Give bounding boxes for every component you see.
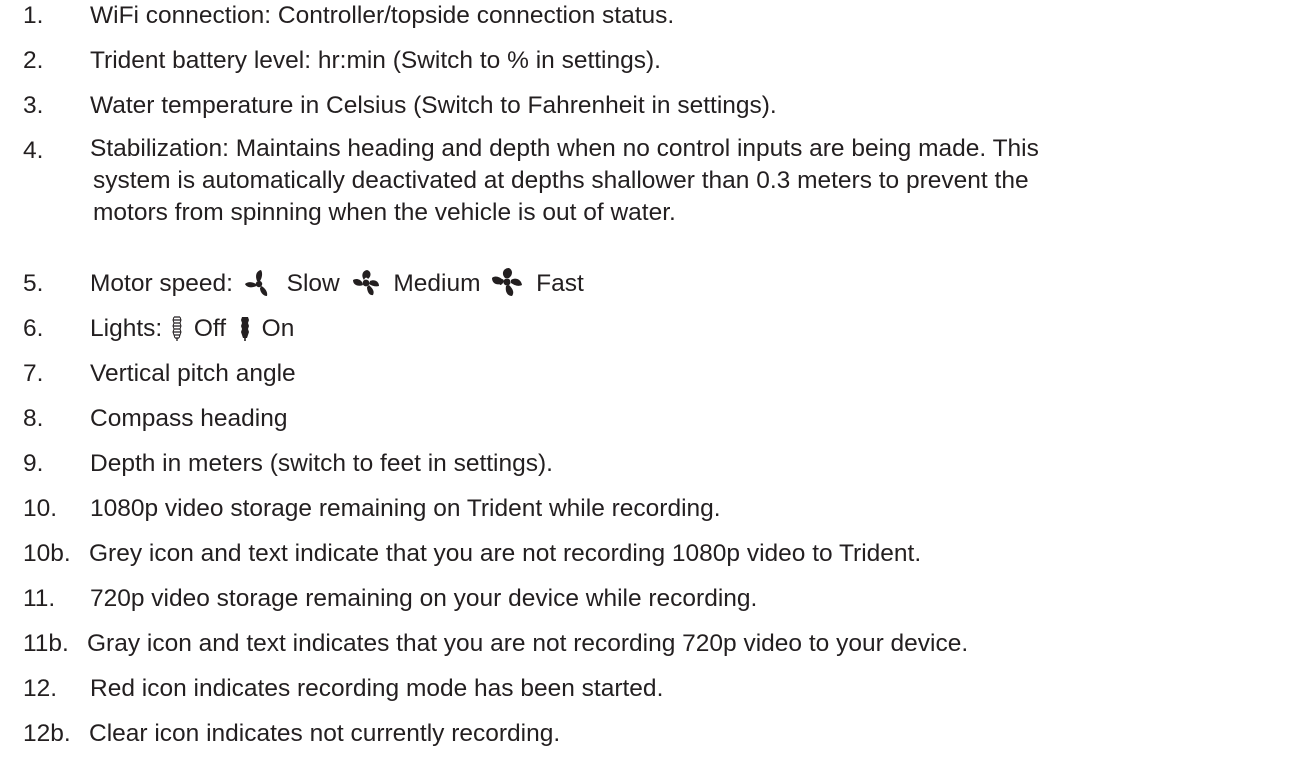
item-number: 9. (23, 450, 44, 477)
item-number: 5. (23, 270, 44, 297)
item-text-line: Stabilization: Maintains heading and dep… (90, 135, 1039, 162)
light-off-text: Off (193, 315, 227, 342)
item-number: 4. (23, 137, 44, 164)
item-text: Trident battery level: hr:min (Switch to… (90, 47, 661, 74)
speed-fast-label: Fast (536, 270, 584, 297)
item-number: 8. (23, 405, 44, 432)
light-on-text: On (261, 315, 295, 342)
item-text: 1080p video storage remaining on Trident… (90, 495, 721, 522)
item-text: Water temperature in Celsius (Switch to … (90, 92, 777, 119)
item-number: 3. (23, 92, 44, 119)
item-text: Clear icon indicates not currently recor… (89, 720, 561, 747)
fan-fast-icon (491, 267, 523, 297)
light-on-icon (239, 316, 251, 342)
item-number: 12b. (23, 720, 71, 747)
item-number: 1. (23, 2, 44, 29)
item-number: 11b. (23, 630, 69, 657)
item-text-line: motors from spinning when the vehicle is… (93, 199, 676, 226)
item-text-line: system is automatically deactivated at d… (93, 167, 1029, 194)
item-text-multiline: Stabilization: Maintains heading and dep… (90, 133, 1039, 229)
item-number: 12. (23, 675, 58, 702)
item-number: 10b. (23, 540, 71, 567)
item-number: 11. (23, 585, 56, 612)
item-text: Lights: Off On (90, 311, 294, 347)
fan-slow-icon (244, 269, 274, 297)
light-off-icon (171, 316, 183, 342)
numbered-list: 1. WiFi connection: Controller/topside c… (0, 0, 1306, 781)
item-number: 2. (23, 47, 44, 74)
item-text: 720p video storage remaining on your dev… (90, 585, 758, 612)
item-text: WiFi connection: Controller/topside conn… (90, 2, 675, 29)
item-number: 7. (23, 360, 44, 387)
item-text: Grey icon and text indicate that you are… (89, 540, 922, 567)
item-text: Motor speed: Slow Medium Fast (90, 266, 584, 302)
item-text: Red icon indicates recording mode has be… (90, 675, 664, 702)
fan-medium-icon (351, 269, 381, 297)
item-text: Depth in meters (switch to feet in setti… (90, 450, 553, 477)
lights-label: Lights: (90, 315, 163, 342)
item-text: Compass heading (90, 405, 288, 432)
item-number: 10. (23, 495, 58, 522)
motor-speed-label: Motor speed: (90, 270, 233, 297)
item-text: Gray icon and text indicates that you ar… (87, 630, 969, 657)
item-text: Vertical pitch angle (90, 360, 296, 387)
speed-medium-label: Medium (393, 270, 481, 297)
speed-slow-label: Slow (286, 270, 340, 297)
item-number: 6. (23, 315, 44, 342)
